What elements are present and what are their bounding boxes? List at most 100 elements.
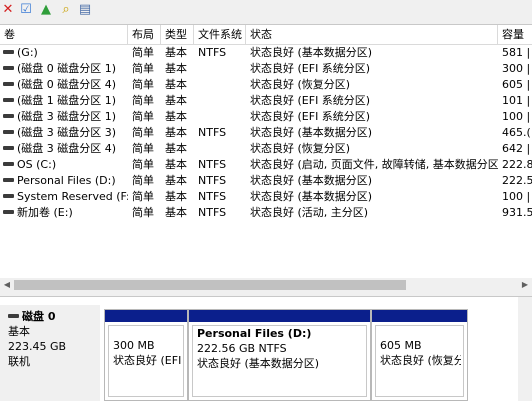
disk-info-panel[interactable]: 磁盘 0 基本 223.45 GB 联机: [0, 305, 100, 401]
partition-size: 300 MB: [113, 339, 155, 352]
volume-name: Personal Files (D:): [17, 174, 116, 187]
partition-title: Personal Files (D:): [197, 327, 312, 340]
volume-type: 基本: [165, 190, 187, 203]
volume-capacity: 222.5: [502, 174, 532, 187]
table-row[interactable]: Personal Files (D:) 简单 基本 NTFS 状态良好 (基本数…: [0, 173, 532, 189]
scrollbar-thumb[interactable]: [14, 280, 406, 290]
delete-icon[interactable]: ✕: [0, 2, 16, 18]
table-row[interactable]: (磁盘 0 磁盘分区 4) 简单 基本 状态良好 (恢复分区) 605 |: [0, 77, 532, 93]
volume-name: (磁盘 0 磁盘分区 4): [17, 78, 117, 91]
volume-type: 基本: [165, 158, 187, 171]
volume-filesystem: NTFS: [198, 174, 227, 187]
volume-status: 状态良好 (EFI 系统分区): [250, 62, 371, 75]
drive-icon: [3, 98, 14, 102]
drive-icon: [3, 178, 14, 182]
volume-status: 状态良好 (基本数据分区): [250, 190, 373, 203]
volume-capacity: 642 |: [502, 142, 531, 155]
drive-icon: [3, 162, 14, 166]
volume-layout: 简单: [132, 94, 154, 107]
volume-name: 新加卷 (E:): [17, 206, 73, 219]
volume-name: (磁盘 3 磁盘分区 4): [17, 142, 117, 155]
volume-capacity: 300 |: [502, 62, 531, 75]
drive-icon: [3, 50, 14, 54]
volume-capacity: 100 |: [502, 110, 531, 123]
volume-type: 基本: [165, 78, 187, 91]
volume-layout: 简单: [132, 110, 154, 123]
volume-type: 基本: [165, 46, 187, 59]
partition-status: 状态良好 (EFI 系: [113, 354, 181, 367]
volume-type: 基本: [165, 94, 187, 107]
volume-filesystem: [198, 141, 246, 157]
volume-layout: 简单: [132, 174, 154, 187]
table-row[interactable]: (磁盘 3 磁盘分区 3) 简单 基本 NTFS 状态良好 (基本数据分区) 4…: [0, 125, 532, 141]
folder-search-icon[interactable]: ⌕: [58, 2, 74, 18]
partition-size: 222.56 GB NTFS: [197, 342, 287, 355]
volume-layout: 简单: [132, 46, 154, 59]
disk-icon: [8, 314, 19, 318]
volume-status: 状态良好 (EFI 系统分区): [250, 110, 371, 123]
volume-name: (G:): [17, 46, 38, 59]
volume-capacity: 101 |: [502, 94, 531, 107]
volume-layout: 简单: [132, 206, 154, 219]
volume-filesystem: NTFS: [198, 46, 227, 59]
volume-status: 状态良好 (活动, 主分区): [250, 206, 369, 219]
table-row[interactable]: (磁盘 3 磁盘分区 1) 简单 基本 状态良好 (EFI 系统分区) 100 …: [0, 109, 532, 125]
volume-filesystem: [198, 93, 246, 109]
partition-efi[interactable]: 300 MB 状态良好 (EFI 系: [104, 309, 188, 401]
volume-layout: 简单: [132, 126, 154, 139]
toolbar: ✕ ☑ ▲ ⌕ ▤: [0, 0, 532, 22]
folder-up-icon[interactable]: ▲: [38, 2, 54, 18]
drive-icon: [3, 82, 14, 86]
volume-layout: 简单: [132, 78, 154, 91]
column-header-layout[interactable]: 布局: [128, 25, 161, 44]
scroll-left-icon[interactable]: ◀: [0, 278, 14, 292]
volume-filesystem: [198, 61, 246, 77]
drive-icon: [3, 210, 14, 214]
column-header-type[interactable]: 类型: [161, 25, 194, 44]
volume-filesystem: [198, 109, 246, 125]
volume-status: 状态良好 (基本数据分区): [250, 46, 373, 59]
volume-layout: 简单: [132, 62, 154, 75]
volume-layout: 简单: [132, 190, 154, 203]
disk-state: 联机: [8, 355, 30, 368]
partition-recovery[interactable]: 605 MB 状态良好 (恢复分区): [371, 309, 468, 401]
table-row[interactable]: System Reserved (F:) 简单 基本 NTFS 状态良好 (基本…: [0, 189, 532, 205]
volume-capacity: 605 |: [502, 78, 531, 91]
volume-filesystem: NTFS: [198, 206, 227, 219]
volume-capacity: 581 |: [502, 46, 531, 59]
table-row[interactable]: (磁盘 1 磁盘分区 1) 简单 基本 状态良好 (EFI 系统分区) 101 …: [0, 93, 532, 109]
volume-type: 基本: [165, 174, 187, 187]
volume-type: 基本: [165, 110, 187, 123]
volume-type: 基本: [165, 206, 187, 219]
volume-type: 基本: [165, 126, 187, 139]
volume-name: (磁盘 0 磁盘分区 1): [17, 62, 117, 75]
drive-icon: [3, 66, 14, 70]
volume-name: (磁盘 1 磁盘分区 1): [17, 94, 117, 107]
column-header-filesystem[interactable]: 文件系统: [194, 25, 246, 44]
scroll-right-icon[interactable]: ▶: [518, 278, 532, 292]
volume-filesystem: NTFS: [198, 190, 227, 203]
horizontal-scrollbar[interactable]: ◀ ▶: [0, 278, 532, 292]
table-row[interactable]: (磁盘 0 磁盘分区 1) 简单 基本 状态良好 (EFI 系统分区) 300 …: [0, 61, 532, 77]
volume-name: System Reserved (F:): [17, 190, 128, 203]
volume-name: (磁盘 3 磁盘分区 3): [17, 126, 117, 139]
volume-layout: 简单: [132, 158, 154, 171]
partition-personal-files[interactable]: Personal Files (D:) 222.56 GB NTFS 状态良好 …: [188, 309, 371, 401]
table-row[interactable]: (磁盘 3 磁盘分区 4) 简单 基本 状态良好 (恢复分区) 642 |: [0, 141, 532, 157]
volume-type: 基本: [165, 142, 187, 155]
drive-icon: [3, 114, 14, 118]
column-header-capacity[interactable]: 容量: [498, 25, 532, 44]
vertical-scrollbar[interactable]: [518, 297, 532, 401]
volume-status: 状态良好 (恢复分区): [250, 142, 351, 155]
volume-status: 状态良好 (基本数据分区): [250, 174, 373, 187]
table-row[interactable]: (G:) 简单 基本 NTFS 状态良好 (基本数据分区) 581 |: [0, 45, 532, 61]
column-header-volume[interactable]: 卷: [0, 25, 128, 44]
table-row[interactable]: OS (C:) 简单 基本 NTFS 状态良好 (启动, 页面文件, 故障转储,…: [0, 157, 532, 173]
column-header-status[interactable]: 状态: [246, 25, 498, 44]
partition-status: 状态良好 (基本数据分区): [197, 357, 320, 370]
volume-filesystem: NTFS: [198, 158, 227, 171]
check-disk-icon[interactable]: ☑: [18, 2, 34, 18]
volume-capacity: 931.5: [502, 206, 532, 219]
table-row[interactable]: 新加卷 (E:) 简单 基本 NTFS 状态良好 (活动, 主分区) 931.5: [0, 205, 532, 221]
properties-icon[interactable]: ▤: [77, 2, 93, 18]
